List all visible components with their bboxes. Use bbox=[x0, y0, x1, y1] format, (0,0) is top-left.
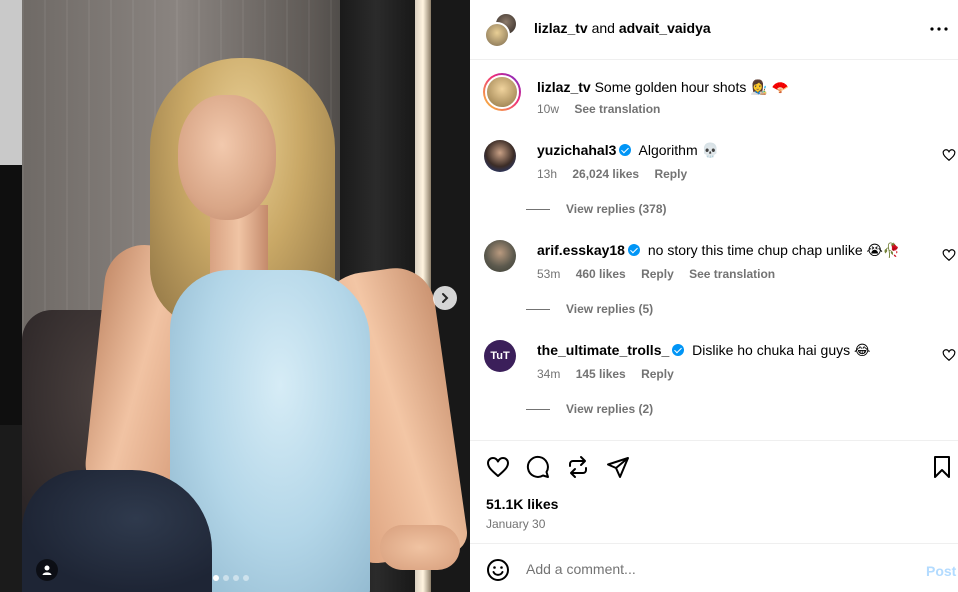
post-header: lizlaz_tv and advait_vaidya bbox=[470, 0, 958, 60]
more-icon bbox=[930, 27, 948, 31]
next-media-button[interactable] bbox=[433, 286, 457, 310]
view-replies-button[interactable]: View replies (2) bbox=[526, 402, 653, 416]
photo-subject-face bbox=[178, 95, 276, 220]
comment-icon[interactable] bbox=[526, 455, 550, 479]
collab-username[interactable]: advait_vaidya bbox=[619, 20, 711, 36]
post-actions: 51.1K likes January 30 bbox=[470, 440, 958, 543]
comments-list[interactable]: lizlaz_tv Some golden hour shots 👩‍🎨 🪭 1… bbox=[470, 60, 958, 440]
comment-username[interactable]: lizlaz_tv bbox=[537, 79, 591, 95]
caption-text: Some golden hour shots 👩‍🎨 🪭 bbox=[594, 79, 790, 95]
comment-like-icon[interactable] bbox=[942, 248, 956, 262]
reply-button[interactable]: Reply bbox=[641, 367, 674, 381]
share-icon[interactable] bbox=[606, 455, 630, 479]
reply-button[interactable]: Reply bbox=[641, 267, 674, 281]
comment-username[interactable]: the_ultimate_trolls_ bbox=[537, 342, 669, 358]
comment-text: Dislike ho chuka hai guys 😂 bbox=[692, 342, 871, 358]
comment-like-icon[interactable] bbox=[942, 148, 956, 162]
comment-time[interactable]: 10w bbox=[537, 102, 559, 116]
post-date[interactable]: January 30 bbox=[486, 517, 545, 531]
verified-badge-icon bbox=[627, 244, 640, 256]
avatar[interactable]: TuT bbox=[484, 340, 516, 372]
author-joiner: and bbox=[591, 20, 615, 36]
divider bbox=[526, 408, 550, 410]
author-username[interactable]: lizlaz_tv bbox=[534, 20, 588, 36]
carousel-dot bbox=[243, 575, 249, 581]
comment-time[interactable]: 34m bbox=[537, 367, 560, 381]
repost-icon[interactable] bbox=[566, 455, 590, 479]
post-sidebar: lizlaz_tv and advait_vaidya lizlaz_tv So… bbox=[470, 0, 958, 592]
see-translation-link[interactable]: See translation bbox=[574, 102, 660, 116]
comment-text: Algorithm 💀 bbox=[638, 142, 719, 158]
view-replies-label: View replies (2) bbox=[566, 402, 654, 416]
comment-like-icon[interactable] bbox=[942, 348, 956, 362]
previous-post-edge bbox=[0, 0, 22, 592]
heart-icon[interactable] bbox=[486, 455, 510, 479]
bookmark-icon[interactable] bbox=[930, 455, 954, 479]
comment-input[interactable] bbox=[526, 556, 906, 582]
see-translation-link[interactable]: See translation bbox=[689, 267, 775, 281]
comment-likes[interactable]: 26,024 likes bbox=[572, 167, 639, 181]
chevron-right-icon bbox=[442, 293, 449, 303]
avatar[interactable] bbox=[484, 240, 516, 272]
view-replies-label: View replies (378) bbox=[566, 202, 667, 216]
comment-likes[interactable]: 145 likes bbox=[576, 367, 626, 381]
view-replies-button[interactable]: View replies (5) bbox=[526, 302, 653, 316]
divider bbox=[526, 308, 550, 310]
avatar-label: TuT bbox=[490, 350, 510, 362]
post-button[interactable]: Post bbox=[926, 563, 956, 579]
comment-username[interactable]: yuzichahal3 bbox=[537, 142, 616, 158]
user-tag-icon bbox=[42, 565, 52, 575]
more-options-button[interactable] bbox=[928, 18, 950, 40]
collab-avatars[interactable] bbox=[484, 12, 520, 48]
comment-time[interactable]: 53m bbox=[537, 267, 560, 281]
comment-text: no story this time chup chap unlike 😭🥀 bbox=[647, 242, 901, 258]
post-media[interactable] bbox=[0, 0, 470, 592]
view-replies-label: View replies (5) bbox=[566, 302, 654, 316]
avatar bbox=[484, 22, 510, 48]
reply-button[interactable]: Reply bbox=[654, 167, 687, 181]
emoji-icon[interactable] bbox=[486, 558, 510, 582]
likes-count[interactable]: 51.1K likes bbox=[486, 496, 558, 512]
comment-username[interactable]: arif.esskay18 bbox=[537, 242, 625, 258]
avatar[interactable] bbox=[484, 140, 516, 172]
avatar[interactable] bbox=[483, 73, 521, 111]
comment-likes[interactable]: 460 likes bbox=[576, 267, 626, 281]
carousel-dot bbox=[223, 575, 229, 581]
carousel-dot bbox=[233, 575, 239, 581]
add-comment-bar: Post bbox=[470, 543, 958, 592]
user-tag-button[interactable] bbox=[36, 559, 58, 581]
post-authors: lizlaz_tv and advait_vaidya bbox=[534, 20, 711, 36]
carousel-indicator bbox=[213, 575, 249, 581]
divider bbox=[526, 208, 550, 210]
view-replies-button[interactable]: View replies (378) bbox=[526, 202, 667, 216]
comment-time[interactable]: 13h bbox=[537, 167, 557, 181]
verified-badge-icon bbox=[672, 344, 685, 356]
carousel-dot bbox=[213, 575, 219, 581]
verified-badge-icon bbox=[619, 144, 632, 156]
